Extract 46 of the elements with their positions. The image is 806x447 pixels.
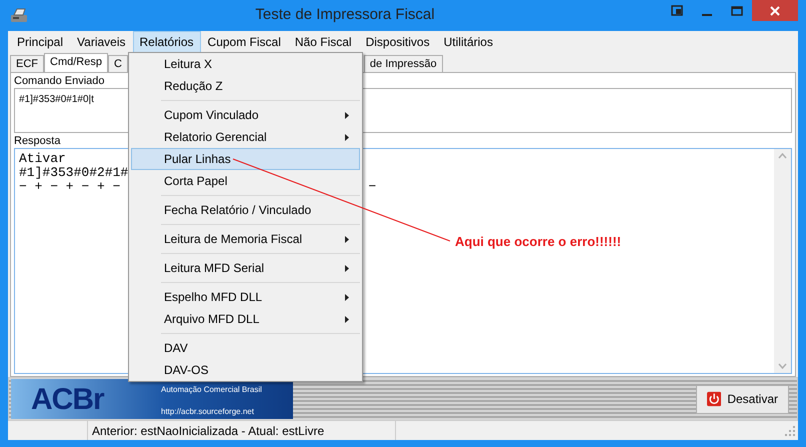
menu-item[interactable]: Cupom Vinculado (131, 104, 360, 126)
window-title: Teste de Impressora Fiscal (254, 5, 436, 26)
response-line: − (368, 179, 376, 194)
banner-url: http://acbr.sourceforge.net (161, 406, 255, 418)
menu-item[interactable]: Pular Linhas (131, 148, 360, 170)
menu-item[interactable]: Não Fiscal (288, 30, 359, 52)
deactivate-button[interactable]: Desativar (696, 384, 789, 414)
annotation-text: Aqui que ocorre o erro!!!!!! (455, 233, 622, 251)
field-label: Resposta (14, 135, 60, 148)
maximize-icon (731, 6, 743, 16)
tab[interactable]: Cmd/Resp (44, 53, 108, 72)
scroll-down-icon (778, 363, 787, 369)
menu-item[interactable]: Arquivo MFD DLL (131, 308, 360, 330)
response-line: Ativar (19, 152, 66, 166)
menu-item[interactable]: Leitura MFD Serial (131, 257, 360, 279)
printer-icon (10, 8, 28, 24)
logo-text: ACBr (30, 382, 106, 418)
menu-item[interactable]: Principal (10, 30, 70, 52)
menu-item[interactable]: Variaveis (70, 30, 132, 52)
menu-item[interactable]: Fecha Relatório / Vinculado (131, 199, 360, 221)
tab[interactable]: C (108, 55, 128, 72)
menu-item[interactable]: Cupom Fiscal (200, 30, 288, 52)
scrollbar[interactable] (774, 149, 791, 373)
close-icon (770, 6, 780, 16)
minimize-icon (702, 14, 712, 16)
menu-item[interactable]: Leitura de Memoria Fiscal (131, 228, 360, 250)
menu-item[interactable]: Espelho MFD DLL (131, 286, 360, 308)
response-line: − + − + − + − (19, 179, 120, 194)
tab[interactable]: ECF (10, 55, 44, 72)
menu-item[interactable]: DAV-OS (131, 359, 360, 381)
menu-item[interactable]: Utilitários (436, 30, 500, 52)
menu-item[interactable]: Corta Papel (131, 170, 360, 192)
field-label: Comando Enviado (14, 75, 105, 88)
tab[interactable]: de Impressão (364, 55, 443, 72)
scroll-up-icon (778, 153, 787, 159)
menu-item[interactable]: DAV (131, 337, 360, 359)
menu-item[interactable]: Relatórios (132, 30, 201, 52)
close-button[interactable] (752, 0, 798, 21)
menu-item[interactable]: Dispositivos (358, 30, 437, 52)
status-text: Anterior: estNaoInicializada - Atual: estLivre (88, 421, 396, 440)
menu-item[interactable]: Leitura X (131, 53, 360, 75)
banner-tagline: Automação Comercial Brasil (161, 384, 262, 396)
resize-grip-icon (785, 426, 795, 436)
power-icon (707, 391, 722, 407)
window-icon (671, 5, 683, 16)
response-line: #1]#353#0#2#1# (19, 166, 128, 180)
